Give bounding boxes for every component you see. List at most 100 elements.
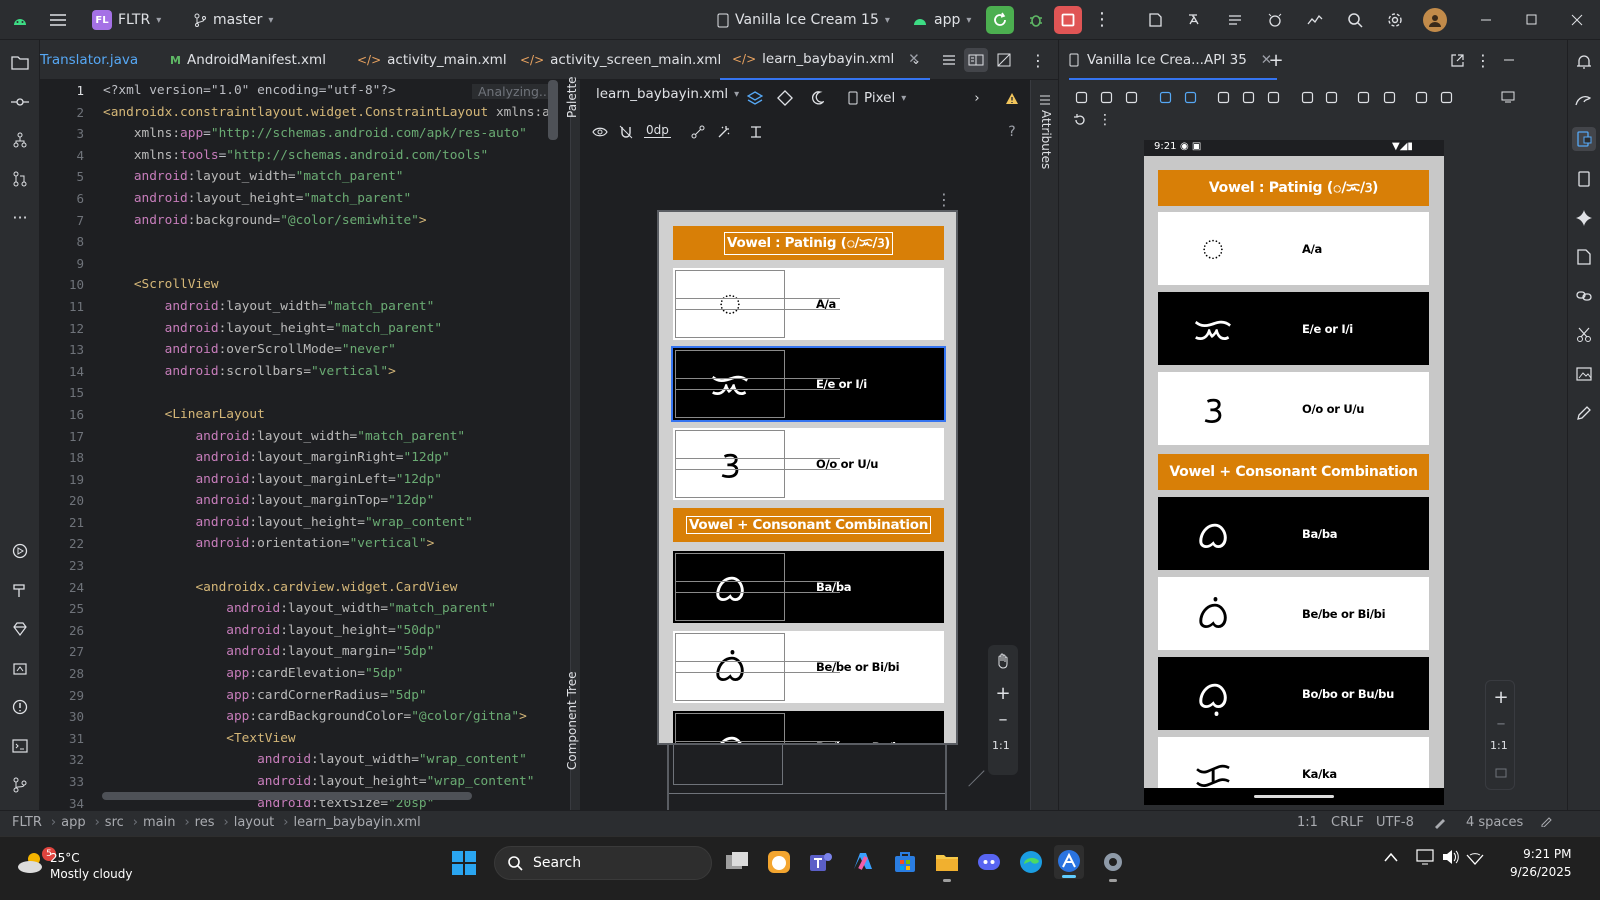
code-line[interactable]: xmlns:tools="http://schemas.android.com/… — [103, 145, 570, 167]
code-line[interactable]: android:layout_marginLeft="12dp" — [103, 469, 570, 491]
code-line[interactable] — [103, 231, 570, 253]
minimize-window-icon[interactable] — [1474, 8, 1498, 32]
branch-selector[interactable]: master ▾ — [193, 8, 273, 32]
code-line[interactable]: android:layout_width="match_parent" — [103, 426, 570, 448]
breadcrumb-item[interactable]: src — [105, 815, 124, 830]
back-icon[interactable] — [1211, 85, 1235, 109]
baybayin-card[interactable]: ᜊ Ba/ba — [1158, 497, 1429, 570]
device-manager-icon[interactable] — [1263, 8, 1287, 32]
pull-requests-icon[interactable] — [8, 167, 32, 191]
problems-icon[interactable] — [8, 695, 32, 719]
store-icon[interactable] — [892, 849, 918, 875]
breadcrumb-item[interactable]: res — [195, 815, 215, 830]
zoom-reset[interactable]: 1:1 — [1490, 739, 1508, 752]
push-file-icon[interactable] — [1409, 85, 1433, 109]
panel-more-icon[interactable]: ⋮ — [1471, 48, 1495, 72]
run-config-selector[interactable]: app ▾ — [912, 8, 971, 32]
baybayin-card[interactable]: ᜁ E/e or I/i — [671, 346, 946, 422]
gesture-handle[interactable] — [1254, 795, 1334, 798]
clear-constraints-icon[interactable] — [686, 120, 710, 144]
fit-screen-icon[interactable] — [1489, 761, 1513, 785]
code-line[interactable]: android:layout_height="match_parent" — [103, 318, 570, 340]
code-line[interactable]: android:orientation="vertical"> — [103, 533, 570, 555]
code-line[interactable]: android:scrollbars="vertical"> — [103, 361, 570, 383]
avatar[interactable] — [1423, 8, 1447, 32]
build-hammer-icon[interactable] — [8, 578, 32, 602]
overview-icon[interactable] — [1261, 85, 1285, 109]
rotate-left-icon[interactable] — [1068, 108, 1092, 132]
settings-gear-icon[interactable] — [1100, 849, 1126, 882]
night-mode-icon[interactable] — [805, 86, 829, 110]
code-line[interactable]: xmlns:app="http://schemas.android.com/ap… — [103, 123, 570, 145]
layers-icon[interactable] — [743, 86, 767, 110]
search-icon[interactable] — [1343, 8, 1367, 32]
file-encoding[interactable]: UTF-8 — [1376, 815, 1414, 830]
notifications-icon[interactable] — [1572, 50, 1596, 74]
baybayin-card[interactable]: ᜊᜓBo/bo or Bu/bu — [673, 711, 944, 743]
zoom-out-icon[interactable]: – — [991, 707, 1015, 731]
device-explorer-icon[interactable] — [1572, 167, 1596, 191]
tab-translator-java[interactable]: Translator.java — [40, 40, 138, 80]
device-frame-icon[interactable] — [1295, 85, 1319, 109]
guidelines-icon[interactable] — [744, 120, 768, 144]
code-line[interactable]: app:cardElevation="5dp" — [103, 663, 570, 685]
split-view-icon[interactable] — [964, 48, 988, 72]
volume-up-icon[interactable] — [1094, 85, 1118, 109]
commit-icon[interactable] — [8, 90, 32, 114]
default-margin[interactable]: 0dp — [644, 123, 671, 138]
profiler-icon[interactable] — [1303, 8, 1327, 32]
baybayin-card[interactable]: ᜀ A/a — [1158, 212, 1429, 285]
gemini-icon[interactable] — [1572, 206, 1596, 230]
gradle-icon[interactable] — [1572, 88, 1596, 112]
infer-constraints-icon[interactable] — [712, 120, 736, 144]
terminal-icon[interactable] — [8, 734, 32, 758]
baybayin-card[interactable]: ᜂ O/o or U/u — [1158, 372, 1429, 445]
tab-list-chevron-icon[interactable]: ⌄ — [904, 48, 928, 72]
breadcrumb-item[interactable]: app — [61, 815, 85, 830]
close-window-icon[interactable] — [1565, 8, 1589, 32]
stop-button[interactable] — [1054, 6, 1082, 34]
editor-scrollbar[interactable] — [548, 80, 558, 140]
line-separator[interactable]: CRLF — [1331, 815, 1364, 830]
code-line[interactable]: app:cardCornerRadius="5dp" — [103, 685, 570, 707]
start-button[interactable] — [452, 851, 476, 875]
screenshot-icon[interactable] — [1351, 85, 1375, 109]
palette-tab[interactable]: Palette — [565, 76, 579, 118]
zoom-in-icon[interactable]: + — [1489, 685, 1513, 709]
device-tab[interactable]: Vanilla Ice Crea...API 35 ✕ — [1069, 52, 1272, 68]
settings-gear-icon[interactable] — [1383, 8, 1407, 32]
structure-icon[interactable] — [8, 128, 32, 152]
code-line[interactable] — [103, 555, 570, 577]
baybayin-card[interactable]: ᜊ Ba/ba — [673, 551, 944, 623]
zoom-out-icon[interactable]: – — [1489, 711, 1513, 735]
caret-position[interactable]: 1:1 — [1297, 815, 1318, 830]
task-view-icon[interactable] — [724, 849, 750, 875]
magnet-icon[interactable] — [614, 120, 638, 144]
code-line[interactable]: android:layout_height="wrap_content" — [103, 771, 570, 793]
tab-learn-baybayin[interactable]: </> learn_baybayin.xml ✕ — [720, 40, 930, 80]
image-asset-icon[interactable] — [1572, 362, 1596, 386]
tab-activity-screen-main[interactable]: </> activity_screen_main.xml — [520, 40, 721, 80]
edge-icon[interactable] — [1018, 849, 1044, 875]
code-line[interactable]: android:layout_height="match_parent" — [103, 188, 570, 210]
design-view-icon[interactable] — [992, 48, 1016, 72]
eye-icon[interactable] — [588, 120, 612, 144]
hide-panel-icon[interactable] — [1497, 48, 1521, 72]
taskbar-clock[interactable]: 9:21 PM 9/26/2025 — [1510, 845, 1572, 881]
code-line[interactable]: android:layout_height="50dp" — [103, 620, 570, 642]
component-tree-tab[interactable]: Component Tree — [565, 672, 579, 770]
chevron-up-icon[interactable] — [1384, 852, 1398, 862]
copilot-icon[interactable] — [850, 849, 876, 875]
display-icon[interactable] — [1416, 849, 1434, 865]
taskbar-search-box[interactable]: Search — [494, 846, 712, 880]
link-icon[interactable] — [1572, 284, 1596, 308]
android-icon[interactable] — [8, 8, 32, 32]
baybayin-card[interactable]: ᜊᜒ Be/be or Bi/bi — [1158, 577, 1429, 650]
breadcrumb-item[interactable]: FLTR — [12, 815, 42, 830]
discord-icon[interactable] — [976, 849, 1002, 875]
maximize-window-icon[interactable] — [1519, 8, 1543, 32]
rerun-button[interactable] — [986, 6, 1014, 34]
logcat-icon[interactable] — [1223, 8, 1247, 32]
code-line[interactable]: android:layout_width="match_parent" — [103, 598, 570, 620]
code-line[interactable]: android:background="@color/semiwhite"> — [103, 210, 570, 232]
